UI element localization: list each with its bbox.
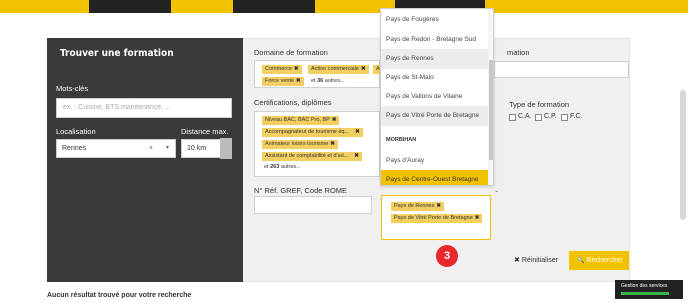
cert-tag[interactable]: Niveau BAC, BAC Pro, BP ✖ [262, 116, 340, 125]
left-panel-title: Trouver une formation [60, 48, 174, 59]
domain-tag[interactable]: A [373, 65, 380, 74]
ref-input[interactable] [254, 196, 372, 214]
cert-tag-box[interactable]: Niveau BAC, BAC Pro, BP ✖ Accompagnateur … [254, 111, 380, 177]
right-field-label: mation [507, 48, 530, 57]
keywords-label: Mots-clés [56, 84, 89, 93]
type-checkbox-fc[interactable] [561, 114, 568, 121]
region-dropdown[interactable]: Pays de Fougères Pays de Redon - Bretagn… [380, 8, 494, 186]
distance-label: Distance max. [181, 127, 229, 136]
type-checkbox-label: C.A. [518, 113, 532, 120]
remove-icon: ✖ [330, 141, 335, 147]
type-checkbox-label: C.P. [544, 113, 557, 120]
domain-tag[interactable]: Action commerciale ✖ [308, 65, 369, 74]
location-value: Rennes [62, 145, 87, 152]
search-icon: 🔍 [577, 258, 585, 264]
top-nav-tab[interactable] [233, 0, 315, 13]
distance-dropdown-toggle[interactable] [220, 138, 232, 159]
remove-icon: ✖ [293, 66, 299, 72]
domain-tag[interactable]: Commerce ✖ [262, 65, 302, 74]
cookie-label: Gestion des services [621, 283, 668, 289]
region-tag[interactable]: Pays de Rennes ✖ [391, 202, 444, 211]
type-checkbox-ca[interactable] [509, 114, 516, 121]
remove-icon: ✖ [354, 153, 359, 159]
page-scrollbar-thumb[interactable] [680, 90, 686, 220]
dropdown-option[interactable]: Pays de Fougères [381, 10, 489, 30]
dropdown-option[interactable]: Pays de St-Malo [381, 68, 489, 88]
remove-icon: ✖ [331, 117, 337, 123]
cert-label: Certifications, diplômes [254, 98, 332, 107]
remove-icon: ✖ [355, 129, 360, 135]
cert-more-count[interactable]: et 263 autres... [264, 164, 301, 170]
right-field-input[interactable] [494, 61, 629, 78]
top-nav-tab[interactable] [89, 0, 171, 13]
type-checkbox-cp[interactable] [535, 114, 542, 121]
region-tag[interactable]: Pays de Vitré Porte de Bretagne ✖ [391, 214, 483, 223]
dropdown-scrollbar-thumb[interactable] [489, 60, 493, 160]
dropdown-option[interactable]: Pays de Redon - Bretagne Sud [381, 30, 489, 50]
location-select[interactable]: Rennes × ▾ [56, 139, 176, 158]
cookie-manager-button[interactable]: Gestion des services [615, 280, 683, 299]
domain-tag[interactable]: Force vente ✖ [262, 77, 304, 86]
reset-label: Réinitialiser [521, 257, 559, 264]
reset-button[interactable]: ✖ Réinitialiser [514, 256, 558, 264]
domain-label: Domaine de formation [254, 48, 328, 57]
location-label: Localisation [56, 127, 96, 136]
ref-label: N° Réf. GREF, Code ROME [254, 186, 348, 195]
domain-tag-box[interactable]: Commerce ✖ Action commerciale ✖ A Force ve… [254, 60, 380, 88]
domain-more-count[interactable]: et 36 autres... [311, 78, 345, 84]
dropdown-option[interactable]: Pays de Vitré Porte de Bretagne [381, 106, 489, 126]
cert-tag[interactable]: Animateur loisirs tourisme ✖ [262, 140, 338, 149]
chevron-down-icon[interactable]: ▾ [166, 140, 169, 157]
dropdown-group-label: MORBIHAN [386, 137, 417, 143]
dropdown-option[interactable]: Pays de Rennes [381, 49, 489, 69]
distance-value: 10 km [187, 145, 207, 152]
chevron-down-icon[interactable]: ⌄ [494, 187, 499, 194]
keywords-input[interactable]: ex. : Cuisine, BTS maintenance, ... [56, 98, 232, 118]
type-checkbox-label: F.C. [570, 113, 583, 120]
step-badge: 3 [436, 245, 458, 267]
cookie-status-bar [621, 292, 669, 295]
clear-icon[interactable]: × [149, 140, 153, 157]
type-label: Type de formation [509, 100, 570, 109]
region-chosen-box[interactable]: Pays de Rennes ✖ Pays de Vitré Porte de B… [381, 195, 491, 240]
search-button[interactable]: 🔍 Rechercher [569, 251, 629, 270]
no-result-text: Aucun résultat trouvé pour votre recherc… [47, 292, 192, 299]
cert-tag[interactable]: Assistant de comptabilité et d'ad... ✖ [262, 152, 362, 161]
dropdown-option[interactable]: Pays de Vallons de Vilaine [381, 87, 489, 107]
remove-icon: ✖ [436, 203, 441, 209]
search-label: Rechercher [586, 257, 623, 264]
remove-icon: ✖ [296, 78, 301, 84]
dropdown-option-active[interactable]: Pays de Centre-Ouest Bretagne [381, 170, 489, 185]
cert-tag[interactable]: Accompagnateur de tourisme éq... ✖ [262, 128, 363, 137]
close-icon: ✖ [514, 257, 520, 264]
dropdown-option[interactable]: Pays d'Auray [381, 151, 489, 171]
remove-icon: ✖ [361, 66, 366, 72]
left-search-panel [47, 38, 243, 282]
remove-icon: ✖ [474, 215, 480, 221]
distance-select[interactable]: 10 km [181, 139, 221, 158]
